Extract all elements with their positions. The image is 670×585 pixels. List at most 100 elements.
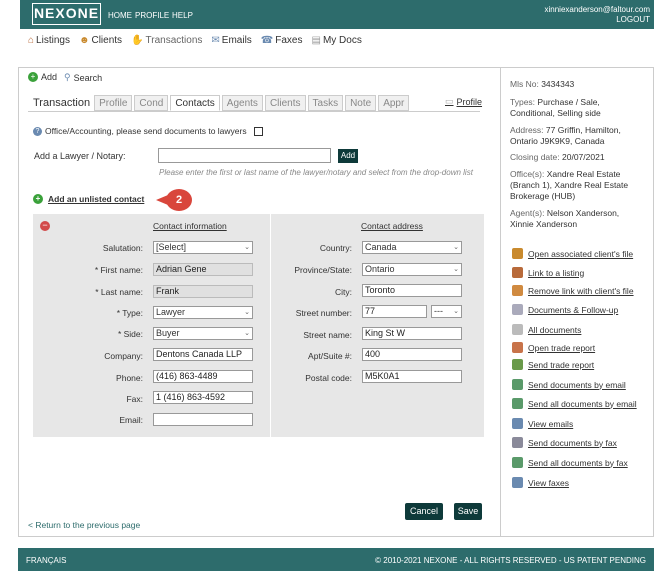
sidebar-link-5[interactable]: Open trade report <box>512 342 595 353</box>
tab-note[interactable]: Note <box>345 95 377 111</box>
sidebar-link-label: View faxes <box>528 477 569 488</box>
salutation-select[interactable]: [Select] ⌄ <box>153 241 253 254</box>
report-icon <box>512 342 523 353</box>
city-label: City: <box>335 287 352 297</box>
chevron-down-icon: ⌄ <box>244 330 250 337</box>
agents-row: Agent(s): Nelson Xanderson, Xinnie Xande… <box>510 208 645 230</box>
province-select[interactable]: Ontario ⌄ <box>362 263 462 276</box>
tab-profile[interactable]: Profile <box>94 95 133 111</box>
email-all-icon <box>512 398 523 409</box>
sidebar-link-1[interactable]: Link to a listing <box>512 267 584 278</box>
unlisted-link-label: Add an unlisted contact <box>48 194 145 204</box>
company-field[interactable]: Dentons Canada LLP <box>153 348 253 361</box>
street-name-field[interactable]: King St W <box>362 327 462 340</box>
sidebar-link-3[interactable]: Documents & Follow-up <box>512 304 618 315</box>
nav-listings[interactable]: ⌂ Listings <box>28 35 70 46</box>
sidebar-link-2[interactable]: Remove link with client's file <box>512 285 634 296</box>
apt-field[interactable]: 400 <box>362 348 462 361</box>
email-doc-icon <box>512 379 523 390</box>
sidebar-link-7[interactable]: Send documents by email <box>512 379 626 390</box>
last-name-field[interactable]: Frank <box>153 285 253 298</box>
street-number-field[interactable]: 77 <box>362 305 427 318</box>
add-lawyer-button[interactable]: Add <box>338 149 358 163</box>
tab-bar: Transaction Profile Cond Contacts Agents… <box>33 95 410 111</box>
first-name-field[interactable]: Adrian Gene <box>153 263 253 276</box>
send-report-icon <box>512 359 523 370</box>
nav-faxes[interactable]: ☎ Faxes <box>261 35 303 46</box>
office-note-row: ? Office/Accounting, please send documen… <box>33 126 263 136</box>
step-badge: 2 <box>166 189 192 211</box>
nav-emails[interactable]: ✉ Emails <box>211 35 251 46</box>
remove-contact-icon[interactable]: − <box>40 221 50 231</box>
tab-agents[interactable]: Agents <box>221 95 263 111</box>
type-select[interactable]: Lawyer ⌄ <box>153 306 253 319</box>
postal-field[interactable]: M5K0A1 <box>362 370 462 383</box>
house-icon <box>512 267 523 278</box>
lawyer-hint: Please enter the first or last name of t… <box>159 168 473 177</box>
closing-value: 20/07/2021 <box>562 152 605 162</box>
return-link[interactable]: < Return to the previous page <box>28 520 140 530</box>
sidebar-link-9[interactable]: View emails <box>512 418 573 429</box>
nav-profile[interactable]: PROFILE <box>135 11 169 20</box>
nav-transactions[interactable]: ✋ Transactions <box>131 35 202 46</box>
chevron-down-icon: ⌄ <box>453 244 459 251</box>
sidebar-link-6[interactable]: Send trade report <box>512 359 594 370</box>
office-note-label: Office/Accounting, please send documents… <box>45 126 247 136</box>
fax-label: Fax: <box>126 394 143 404</box>
save-button[interactable]: Save <box>454 503 482 520</box>
side-select[interactable]: Buyer ⌄ <box>153 327 253 340</box>
tab-tasks[interactable]: Tasks <box>307 95 344 111</box>
fax-field[interactable]: 1 (416) 863-4592 <box>153 391 253 404</box>
user-area: xinniexanderson@faltour.com LOGOUT <box>450 5 650 25</box>
sidebar-link-10[interactable]: Send documents by fax <box>512 437 617 448</box>
add-unlisted-contact[interactable]: + Add an unlisted contact <box>33 194 144 204</box>
office-note-checkbox[interactable] <box>253 126 263 136</box>
offices-label: Office(s): <box>510 169 545 179</box>
street-name-label: Street name: <box>303 330 352 340</box>
chevron-down-icon: ⌄ <box>244 244 250 251</box>
address-label: Address: <box>510 125 544 135</box>
sidebar-link-8[interactable]: Send all documents by email <box>512 398 637 409</box>
handshake-icon: ✋ <box>131 35 144 46</box>
nav-help[interactable]: HELP <box>172 11 193 20</box>
sidebar-link-12[interactable]: View faxes <box>512 477 569 488</box>
country-select[interactable]: Canada ⌄ <box>362 241 462 254</box>
phone-label: Phone: <box>116 373 143 383</box>
nexone-logo[interactable]: NEXONE <box>32 3 101 25</box>
add-button[interactable]: + Add <box>28 72 57 82</box>
email-field[interactable] <box>153 413 253 426</box>
street-suffix-select[interactable]: --- ⌄ <box>431 305 462 318</box>
lawyer-search-input[interactable] <box>158 148 331 163</box>
country-label: Country: <box>319 243 352 253</box>
house-icon: ⌂ <box>28 35 35 46</box>
tab-contacts[interactable]: Contacts <box>170 95 220 111</box>
mls-row: Mls No: 3434343 <box>510 79 645 90</box>
cancel-button[interactable]: Cancel <box>405 503 443 520</box>
sidebar-link-0[interactable]: Open associated client's file <box>512 248 633 259</box>
side-value: Buyer <box>156 328 180 338</box>
offices-row: Office(s): Xandre Real Estate (Branch 1)… <box>510 169 645 202</box>
nav-mydocs[interactable]: ▤ My Docs <box>312 35 362 46</box>
sidebar-link-label: View emails <box>528 418 574 429</box>
nav-mydocs-label: My Docs <box>322 35 362 46</box>
search-button[interactable]: ⚲ Search <box>64 72 102 83</box>
main-nav: ⌂ Listings ☻ Clients ✋ Transactions ✉ Emails… <box>28 35 362 46</box>
language-link[interactable]: FRANÇAIS <box>26 556 66 565</box>
panel-divider <box>500 67 501 537</box>
tab-clients[interactable]: Clients <box>264 95 306 111</box>
nav-home[interactable]: HOME <box>108 11 132 20</box>
tab-appr[interactable]: Appr <box>378 95 410 111</box>
profile-icon: ▭ <box>445 96 454 106</box>
tab-cond[interactable]: Cond <box>134 95 169 111</box>
sidebar-link-label: Remove link with client's file <box>528 285 634 296</box>
sidebar-link-4[interactable]: All documents <box>512 324 581 335</box>
city-field[interactable]: Toronto <box>362 284 462 297</box>
profile-link[interactable]: ▭ Profile <box>445 96 482 107</box>
logout-link[interactable]: LOGOUT <box>450 15 650 25</box>
types-row: Types: Purchase / Sale, Conditional, Sel… <box>510 97 645 119</box>
nav-clients[interactable]: ☻ Clients <box>79 35 122 46</box>
search-label: Search <box>73 72 103 83</box>
sidebar-link-11[interactable]: Send all documents by fax <box>512 457 628 468</box>
phone-field[interactable]: (416) 863-4489 <box>153 370 253 383</box>
sidebar-link-label: Link to a listing <box>528 267 585 278</box>
